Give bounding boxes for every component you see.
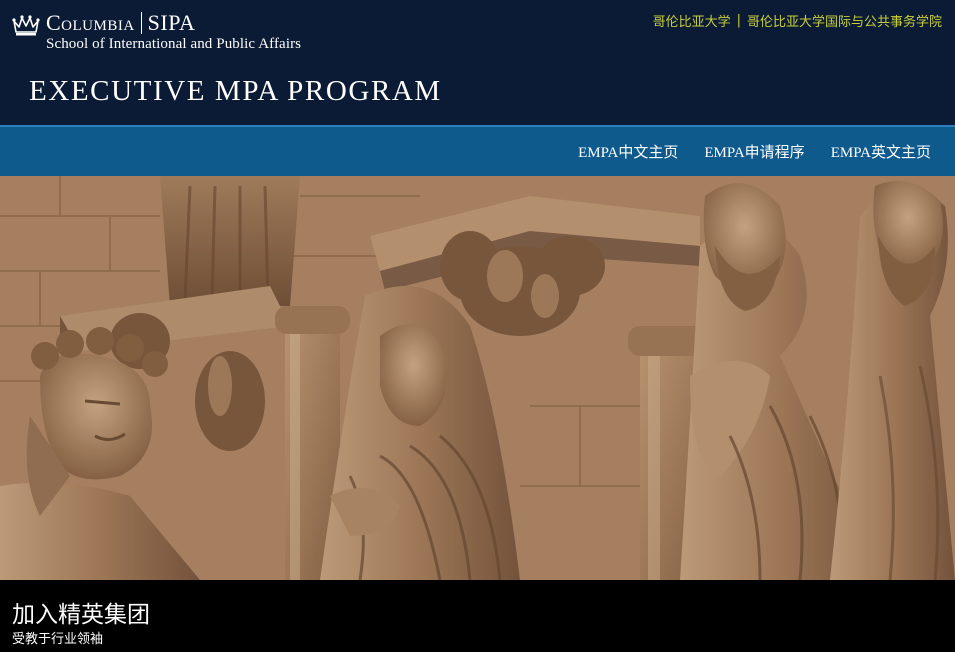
hero-image [0,176,955,580]
main-nav: EMPA中文主页 EMPA申请程序 EMPA英文主页 [0,125,955,176]
logo-columbia: Columbia [46,10,135,35]
hero-caption: 加入精英集团 受教于行业领袖 [0,580,955,652]
page: Columbia SIPA School of International an… [0,0,955,652]
logo-subtitle: School of International and Public Affai… [46,36,302,52]
crown-icon [12,15,40,36]
site-header: Columbia SIPA School of International an… [0,0,955,125]
link-columbia-university[interactable]: 哥伦比亚大学 [653,11,731,30]
columbia-sipa-logo[interactable]: Columbia SIPA School of International an… [12,12,301,52]
nav-item-empa-english-home[interactable]: EMPA英文主页 [831,141,931,162]
program-title: EXECUTIVE MPA PROGRAM [29,75,442,107]
caption-subtitle: 受教于行业领袖 [12,632,104,647]
cathedral-statues-illustration [0,176,955,580]
link-sipa[interactable]: 哥伦比亚大学国际与公共事务学院 [747,11,942,30]
caption-title: 加入精英集团 [12,602,150,628]
logo-divider [140,12,142,34]
top-links: 哥伦比亚大学 | 哥伦比亚大学国际与公共事务学院 [653,11,942,30]
top-links-divider: | [736,13,741,28]
nav-item-empa-application[interactable]: EMPA申请程序 [704,141,804,162]
nav-item-empa-chinese-home[interactable]: EMPA中文主页 [578,141,678,162]
logo-sipa: SIPA [147,10,196,35]
